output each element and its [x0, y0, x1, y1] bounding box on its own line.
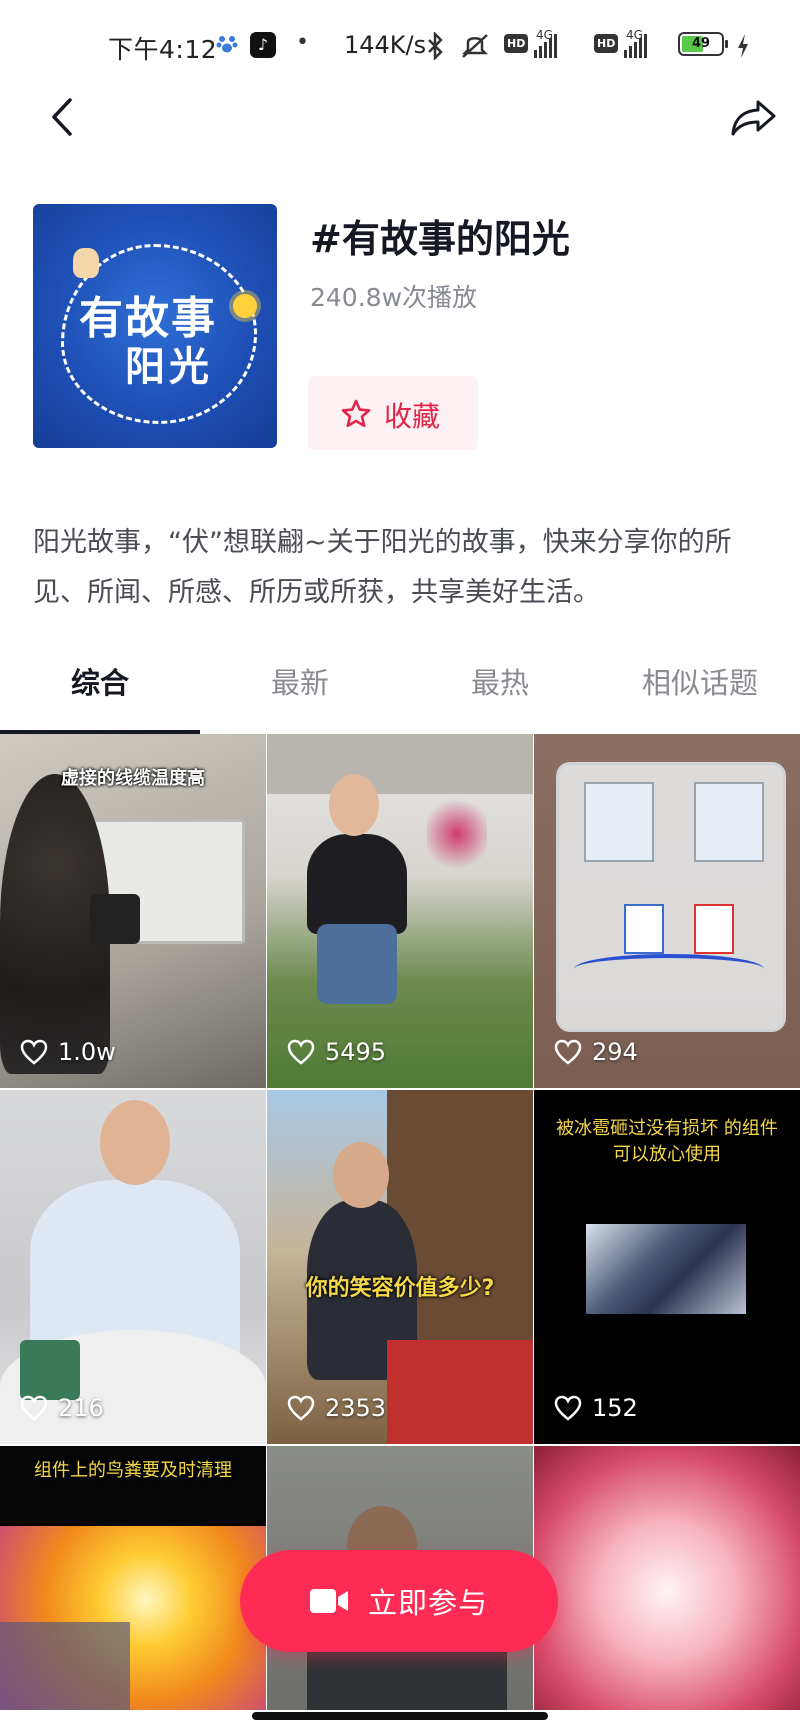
tiktok-icon: ♪ [250, 32, 276, 58]
mute-icon [461, 34, 489, 58]
heart-icon [20, 1039, 48, 1065]
topic-play-count: 240.8w次播放 [310, 283, 478, 312]
like-count: 1.0w [58, 1038, 116, 1066]
video-likes: 2353 [287, 1394, 386, 1422]
back-button[interactable] [40, 92, 84, 142]
video-likes: 1.0w [20, 1038, 116, 1066]
notification-dot-icon: • [296, 30, 309, 55]
status-icons: HD 4G HD 4G 49 [426, 28, 756, 64]
heart-icon [554, 1395, 582, 1421]
like-count: 294 [592, 1038, 638, 1066]
heart-icon [287, 1039, 315, 1065]
hd-icon: HD [504, 34, 529, 53]
topic-title: #有故事的阳光 [310, 217, 570, 261]
paw-icon [216, 36, 238, 53]
topic-description: 阳光故事，“伏”想联翩~关于阳光的故事，快来分享你的所见、所闻、所感、所历或所获… [33, 527, 732, 608]
favorite-button[interactable]: 收藏 [308, 376, 478, 450]
signal-icon [534, 34, 557, 58]
video-likes: 294 [554, 1038, 638, 1066]
cover-title-line2: 阳光 [125, 344, 213, 390]
favorite-label: 收藏 [384, 400, 441, 433]
share-button[interactable] [728, 92, 780, 142]
tab-hottest[interactable]: 最热 [400, 660, 600, 702]
video-card[interactable]: 你的笑容价值多少? 2353 [267, 1090, 533, 1444]
home-indicator[interactable] [252, 1712, 548, 1720]
tab-bar: 综合 最新 最热 相似话题 [0, 660, 800, 730]
topic-cover: 有故事 阳光 [33, 204, 277, 448]
video-card[interactable]: 294 [534, 734, 800, 1088]
heart-icon [554, 1039, 582, 1065]
net-speed: 144K/s [344, 31, 427, 59]
video-card[interactable] [534, 1446, 800, 1710]
like-count: 152 [592, 1394, 638, 1422]
join-button[interactable]: 立即参与 [240, 1550, 558, 1652]
like-count: 216 [58, 1394, 104, 1422]
video-caption: 虚接的线缆温度高 [61, 768, 205, 789]
video-caption: 被冰雹砸过没有损坏 的组件可以放心使用 [556, 1118, 778, 1165]
tab-comprehensive[interactable]: 综合 [0, 660, 200, 702]
cover-character-icon [73, 248, 99, 278]
battery-icon: 49 [678, 32, 728, 56]
sun-icon [233, 294, 257, 318]
video-likes: 5495 [287, 1038, 386, 1066]
status-time: 下午4:12 [108, 35, 218, 64]
like-count: 2353 [325, 1394, 387, 1422]
video-card[interactable]: 组件上的鸟粪要及时清理 [0, 1446, 266, 1710]
tab-similar-topics[interactable]: 相似话题 [600, 660, 800, 702]
heart-icon [20, 1395, 48, 1421]
battery-level: 49 [691, 36, 711, 51]
charging-icon [738, 34, 748, 58]
heart-icon [287, 1395, 315, 1421]
video-likes: 216 [20, 1394, 104, 1422]
video-camera-icon [310, 1589, 348, 1613]
bluetooth-icon [428, 32, 443, 60]
hd-icon: HD [594, 34, 619, 53]
video-card[interactable]: 虚接的线缆温度高 1.0w [0, 734, 266, 1088]
video-caption: 你的笑容价值多少? [305, 1276, 495, 1301]
tab-latest[interactable]: 最新 [200, 660, 400, 702]
signal-icon [624, 34, 647, 58]
video-card[interactable]: 5495 [267, 734, 533, 1088]
status-bar: 下午4:12 ♪ • 144K/s HD 4G HD 4G 49 [0, 0, 800, 94]
like-count: 5495 [325, 1038, 387, 1066]
join-button-label: 立即参与 [368, 1586, 489, 1620]
video-caption: 组件上的鸟粪要及时清理 [34, 1460, 232, 1481]
video-card[interactable]: 被冰雹砸过没有损坏 的组件可以放心使用 152 [534, 1090, 800, 1444]
video-likes: 152 [554, 1394, 638, 1422]
star-icon [341, 399, 371, 428]
video-card[interactable]: 216 [0, 1090, 266, 1444]
